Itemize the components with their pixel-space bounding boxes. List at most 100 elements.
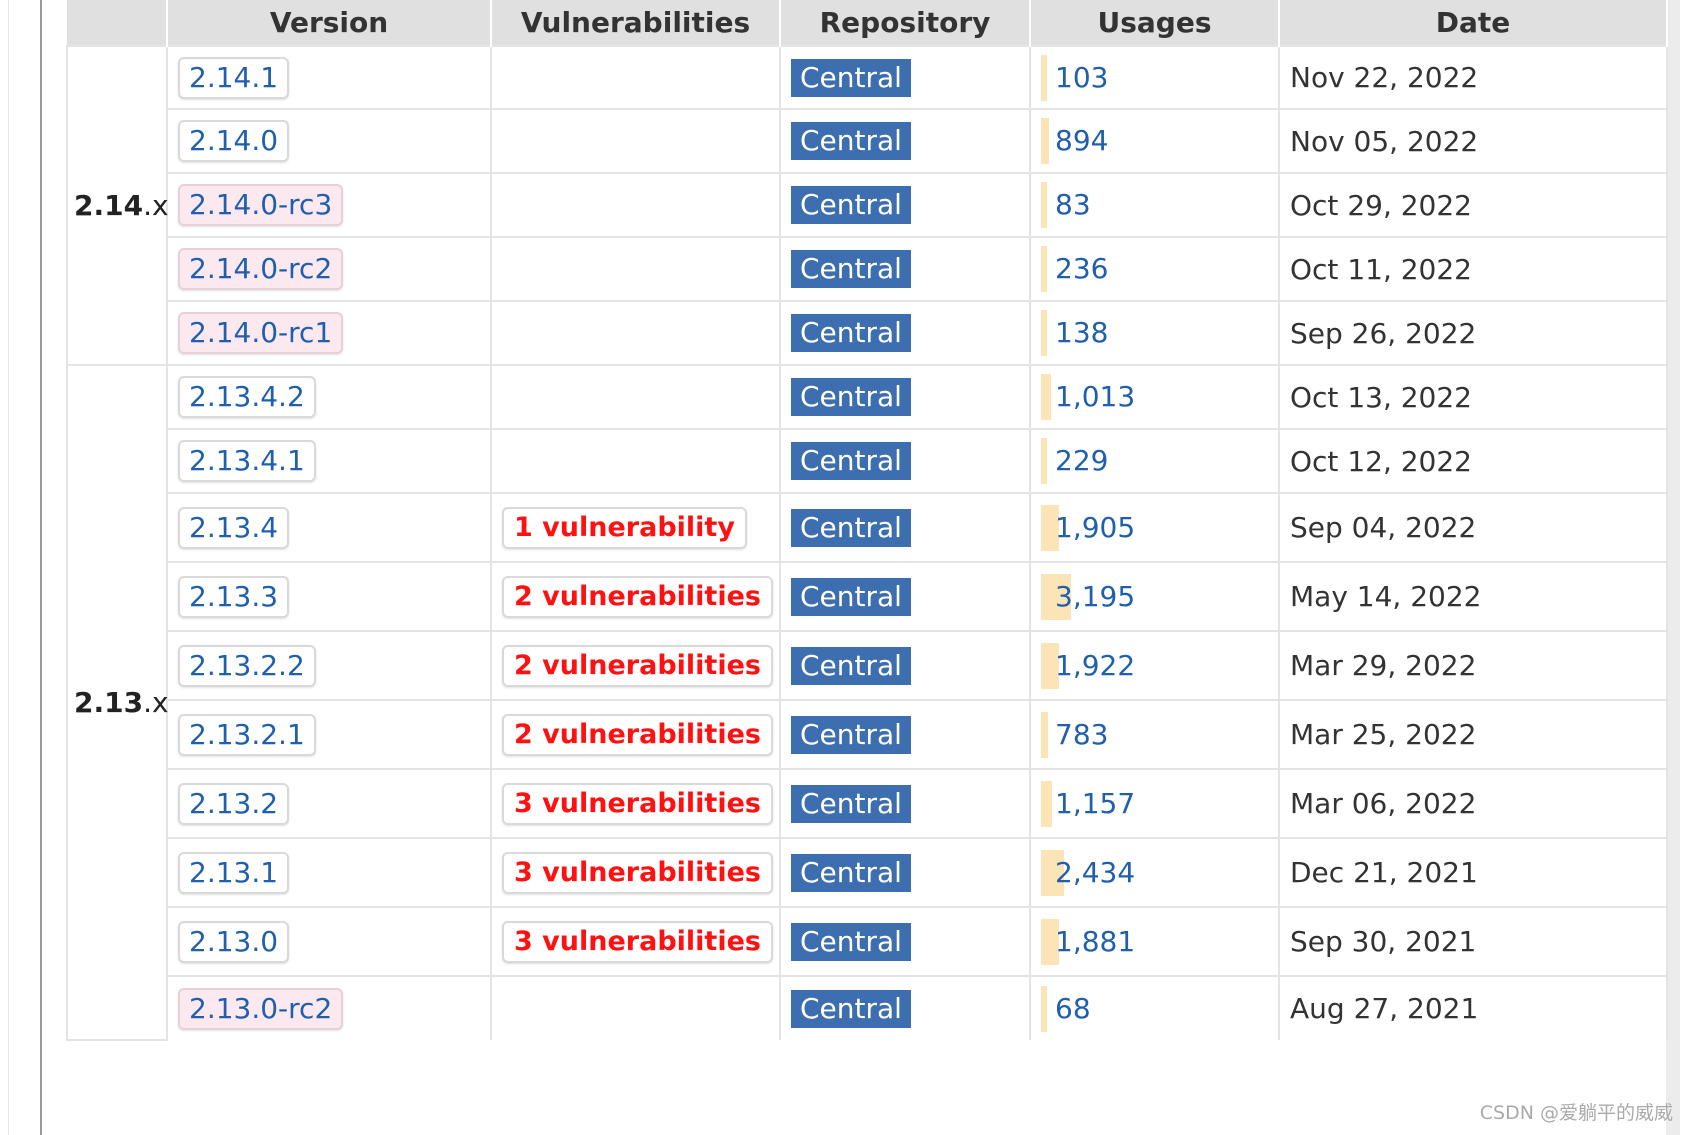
usage-indicator: 1,905 (1041, 504, 1135, 551)
version-cell: 2.13.4.2 (166, 364, 492, 430)
version-link[interactable]: 2.13.4 (178, 506, 290, 549)
repository-link[interactable]: Central (791, 186, 911, 224)
usages-link[interactable]: 1,922 (1055, 649, 1135, 682)
repository-cell: Central (779, 492, 1031, 563)
version-link[interactable]: 2.13.0-rc2 (178, 987, 344, 1030)
repository-cell: Central (779, 172, 1031, 238)
release-date: Sep 30, 2021 (1290, 925, 1477, 958)
date-cell: May 14, 2022 (1278, 561, 1668, 632)
repository-link[interactable]: Central (791, 58, 911, 97)
release-date: Oct 13, 2022 (1290, 380, 1472, 414)
repository-link[interactable]: Central (791, 646, 911, 685)
usages-cell: 1,013 (1029, 364, 1280, 430)
version-link[interactable]: 2.14.0-rc2 (178, 248, 344, 290)
header-date[interactable]: Date (1279, 0, 1668, 46)
version-link[interactable]: 2.13.0 (178, 920, 290, 963)
version-link[interactable]: 2.13.1 (178, 851, 290, 894)
version-link[interactable]: 2.13.4.2 (178, 376, 316, 418)
version-link[interactable]: 2.13.3 (178, 575, 290, 618)
version-cell: 2.14.0 (166, 108, 492, 174)
usages-link[interactable]: 1,881 (1055, 925, 1135, 958)
usages-link[interactable]: 103 (1055, 61, 1108, 94)
usages-link[interactable]: 3,195 (1055, 580, 1135, 613)
release-date: Sep 04, 2022 (1290, 511, 1477, 544)
repository-link[interactable]: Central (791, 314, 911, 352)
usage-indicator: 83 (1041, 182, 1091, 228)
usage-indicator: 103 (1041, 54, 1108, 101)
vulnerabilities-cell (490, 300, 781, 366)
repository-link[interactable]: Central (791, 989, 911, 1028)
version-link[interactable]: 2.13.2 (178, 782, 290, 825)
version-group-suffix: .x (143, 686, 169, 719)
version-cell: 2.13.2 (166, 768, 492, 839)
vulnerability-link[interactable]: 3 vulnerabilities (502, 851, 773, 894)
repository-link[interactable]: Central (791, 577, 911, 616)
repository-cell: Central (779, 561, 1031, 632)
version-link[interactable]: 2.14.0 (178, 120, 290, 162)
usages-link[interactable]: 2,434 (1055, 856, 1135, 889)
table-row: 2.14.0-rc1 Central 138 Sep 26, 2022 (67, 300, 1668, 366)
version-cell: 2.13.1 (166, 837, 492, 908)
content-frame-left-border (40, 0, 42, 1135)
version-link[interactable]: 2.14.0-rc1 (178, 312, 344, 354)
repository-cell: Central (779, 975, 1031, 1040)
repository-link[interactable]: Central (791, 715, 911, 754)
repository-link[interactable]: Central (791, 853, 911, 892)
version-link[interactable]: 2.13.2.1 (178, 713, 316, 756)
date-cell: Oct 29, 2022 (1278, 172, 1668, 238)
version-link[interactable]: 2.13.2.2 (178, 644, 316, 687)
vulnerability-link[interactable]: 3 vulnerabilities (502, 920, 773, 963)
header-version[interactable]: Version (167, 0, 492, 46)
vulnerability-link[interactable]: 2 vulnerabilities (502, 713, 773, 756)
version-link[interactable]: 2.14.1 (178, 56, 290, 99)
vulnerabilities-cell: 1 vulnerability (490, 492, 781, 563)
version-link[interactable]: 2.14.0-rc3 (178, 184, 344, 226)
usage-bar (1041, 374, 1051, 420)
usages-link[interactable]: 783 (1055, 718, 1108, 751)
release-date: Sep 26, 2022 (1290, 316, 1477, 350)
usage-bar (1041, 118, 1049, 164)
repository-cell: Central (779, 364, 1031, 430)
vulnerability-link[interactable]: 3 vulnerabilities (502, 782, 773, 825)
usages-link[interactable]: 68 (1055, 992, 1091, 1025)
table-row: 2.14.0 Central 894 Nov 05, 2022 (67, 108, 1668, 174)
usages-link[interactable]: 1,905 (1055, 511, 1135, 544)
table-row: 2.13.x 2.13.4.2 Central 1,013 Oct 13, 2022 (66, 364, 1668, 1041)
table-row: 2.14.x 2.14.1 Central 103 Nov 22, 2022 (66, 45, 1668, 366)
version-cell: 2.13.0 (166, 906, 492, 977)
usages-link[interactable]: 894 (1055, 124, 1108, 157)
usage-bar (1041, 780, 1052, 827)
vulnerability-link[interactable]: 2 vulnerabilities (502, 644, 773, 687)
vulnerability-link[interactable]: 1 vulnerability (502, 506, 747, 549)
table-row: 2.14.0-rc2 Central 236 Oct 11, 2022 (67, 236, 1668, 302)
header-repository[interactable]: Repository (780, 0, 1031, 46)
usages-link[interactable]: 236 (1055, 252, 1108, 285)
usages-link[interactable]: 138 (1055, 316, 1108, 349)
version-cell: 2.13.3 (166, 561, 492, 632)
repository-link[interactable]: Central (791, 508, 911, 547)
version-link[interactable]: 2.13.4.1 (178, 440, 316, 482)
page-edge-line (8, 0, 9, 1135)
header-group (67, 0, 168, 46)
date-cell: Aug 27, 2021 (1278, 975, 1668, 1040)
header-usages[interactable]: Usages (1030, 0, 1280, 46)
version-group-major: 2.14 (74, 189, 144, 222)
usages-link[interactable]: 229 (1055, 444, 1108, 477)
repository-link[interactable]: Central (791, 378, 911, 416)
date-cell: Nov 05, 2022 (1278, 108, 1668, 174)
repository-link[interactable]: Central (791, 922, 911, 961)
date-cell: Mar 06, 2022 (1278, 768, 1668, 839)
header-vulnerabilities[interactable]: Vulnerabilities (491, 0, 781, 46)
usages-link[interactable]: 1,013 (1055, 380, 1135, 413)
repository-link[interactable]: Central (791, 122, 911, 160)
usages-link[interactable]: 83 (1055, 188, 1091, 221)
repository-link[interactable]: Central (791, 784, 911, 823)
repository-link[interactable]: Central (791, 442, 911, 480)
repository-link[interactable]: Central (791, 250, 911, 288)
usages-cell: 1,881 (1029, 906, 1280, 977)
usages-cell: 1,922 (1029, 630, 1280, 701)
version-group-major: 2.13 (74, 686, 144, 719)
vulnerability-link[interactable]: 2 vulnerabilities (502, 575, 773, 618)
table-row: 2.13.1 3 vulnerabilities Central 2,434 Dec 2… (67, 837, 1668, 908)
usages-link[interactable]: 1,157 (1055, 787, 1135, 820)
